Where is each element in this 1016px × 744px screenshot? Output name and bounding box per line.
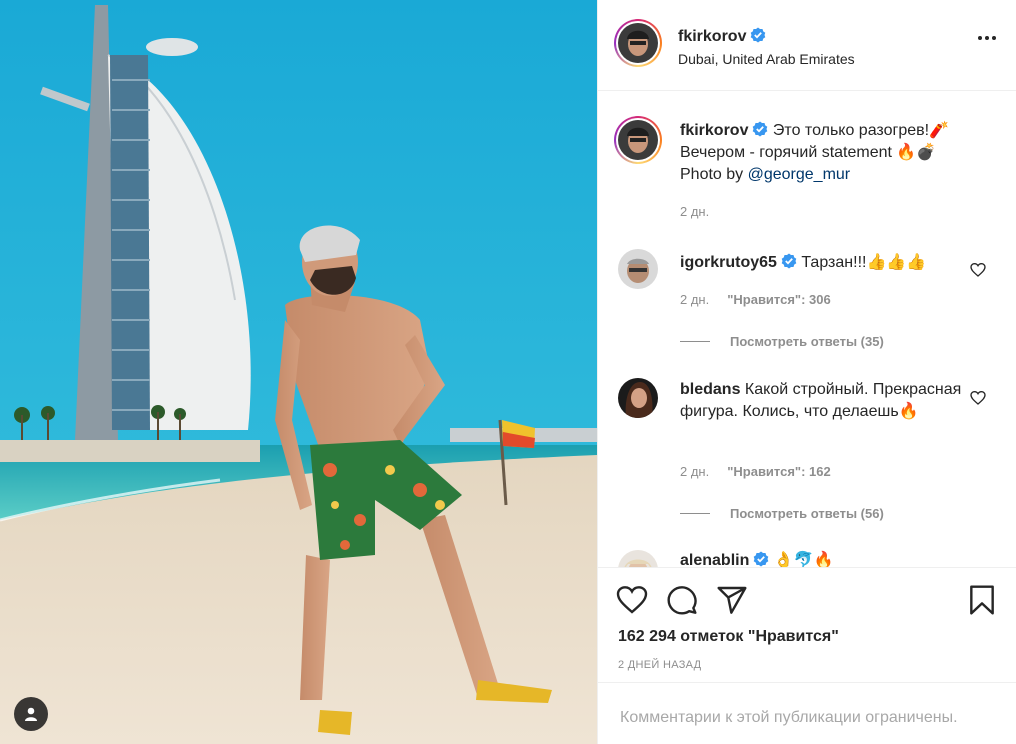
author-username[interactable]: fkirkorov	[678, 27, 766, 46]
heart-icon[interactable]	[616, 584, 648, 616]
comment-body: Тарзан!!!👍👍👍	[801, 254, 927, 271]
comment-username[interactable]: igorkrutoy65	[680, 254, 777, 271]
comment-text: alenablin 👌🐬🔥	[680, 550, 970, 567]
view-replies-label: Посмотреть ответы (56)	[730, 506, 884, 521]
avatar-image	[618, 120, 658, 160]
comment-meta: 2 дн. "Нравится": 162	[680, 464, 831, 479]
comment-like-heart-icon[interactable]	[970, 262, 986, 278]
author-avatar[interactable]	[614, 19, 662, 67]
comment-meta: 2 дн. "Нравится": 306	[680, 292, 831, 307]
avatar-image	[618, 550, 658, 567]
verified-badge-icon	[751, 27, 766, 43]
caption-meta: 2 дн.	[680, 204, 709, 219]
tagged-users-button[interactable]	[14, 697, 48, 731]
post-actions: 162 294 отметок "Нравится" 2 ДНЕЙ НАЗАД	[598, 567, 1016, 682]
verified-badge-icon	[753, 121, 768, 137]
comment-text: igorkrutoy65 Тарзан!!!👍👍👍	[680, 252, 970, 274]
comment-like-heart-icon[interactable]	[970, 390, 986, 406]
view-replies-label: Посмотреть ответы (35)	[730, 334, 884, 349]
comment-likes[interactable]: "Нравится": 162	[727, 464, 831, 479]
comments-restricted-text: Комментарии к этой публикации ограничены…	[620, 709, 958, 726]
post-details-panel: fkirkorov Dubai, United Arab Emirates fk…	[597, 0, 1016, 744]
comment-time[interactable]: 2 дн.	[680, 464, 709, 479]
comment-username[interactable]: alenablin	[680, 552, 749, 567]
more-dot-icon	[978, 36, 982, 40]
bookmark-icon[interactable]	[966, 584, 998, 616]
caption-line-3: Photo by	[680, 166, 748, 183]
more-options-button[interactable]	[978, 36, 996, 40]
comment-body: 👌🐬🔥	[773, 552, 834, 567]
post-image	[0, 0, 597, 744]
caption-line-2: Вечером - горячий statement 🔥💣	[680, 144, 937, 161]
more-dot-icon	[985, 36, 989, 40]
comment-username[interactable]: bledans	[680, 381, 740, 398]
avatar-image	[618, 23, 658, 63]
view-replies-button[interactable]: Посмотреть ответы (35)	[680, 334, 884, 349]
comment-time[interactable]: 2 дн.	[680, 292, 709, 307]
caption-username[interactable]: fkirkorov	[680, 122, 748, 139]
caption-avatar[interactable]	[614, 116, 662, 164]
comment-likes[interactable]: "Нравится": 306	[727, 292, 831, 307]
author-username-text[interactable]: fkirkorov	[678, 28, 746, 45]
post-photo[interactable]	[0, 0, 597, 744]
commenter-avatar[interactable]	[618, 378, 658, 418]
mention-link[interactable]: @george_mur	[748, 166, 851, 183]
caption-line-1: Это только разогрев!🧨	[772, 122, 949, 139]
comment-text: bledans Какой стройный. Прекрасная фигур…	[680, 379, 970, 423]
caption-time[interactable]: 2 дн.	[680, 204, 709, 219]
location-link[interactable]: Dubai, United Arab Emirates	[678, 51, 855, 67]
comment-icon[interactable]	[666, 584, 698, 616]
replies-divider	[680, 341, 710, 342]
view-replies-button[interactable]: Посмотреть ответы (56)	[680, 506, 884, 521]
post-date[interactable]: 2 ДНЕЙ НАЗАД	[618, 659, 701, 671]
caption-text: fkirkorov Это только разогрев!🧨 Вечером …	[680, 120, 970, 186]
likes-count[interactable]: 162 294 отметок "Нравится"	[618, 628, 839, 646]
comments-restricted-footer: Комментарии к этой публикации ограничены…	[598, 682, 1016, 744]
avatar-image	[618, 378, 658, 418]
commenter-avatar[interactable]	[618, 550, 658, 567]
commenter-avatar[interactable]	[618, 249, 658, 289]
avatar-image	[618, 249, 658, 289]
post-header: fkirkorov Dubai, United Arab Emirates	[598, 0, 1016, 91]
person-icon	[25, 707, 37, 721]
more-dot-icon	[992, 36, 996, 40]
paper-plane-icon[interactable]	[716, 584, 748, 616]
verified-badge-icon	[754, 551, 769, 567]
verified-badge-icon	[781, 253, 797, 269]
comments-list[interactable]: fkirkorov Это только разогрев!🧨 Вечером …	[598, 92, 1016, 567]
replies-divider	[680, 513, 710, 514]
